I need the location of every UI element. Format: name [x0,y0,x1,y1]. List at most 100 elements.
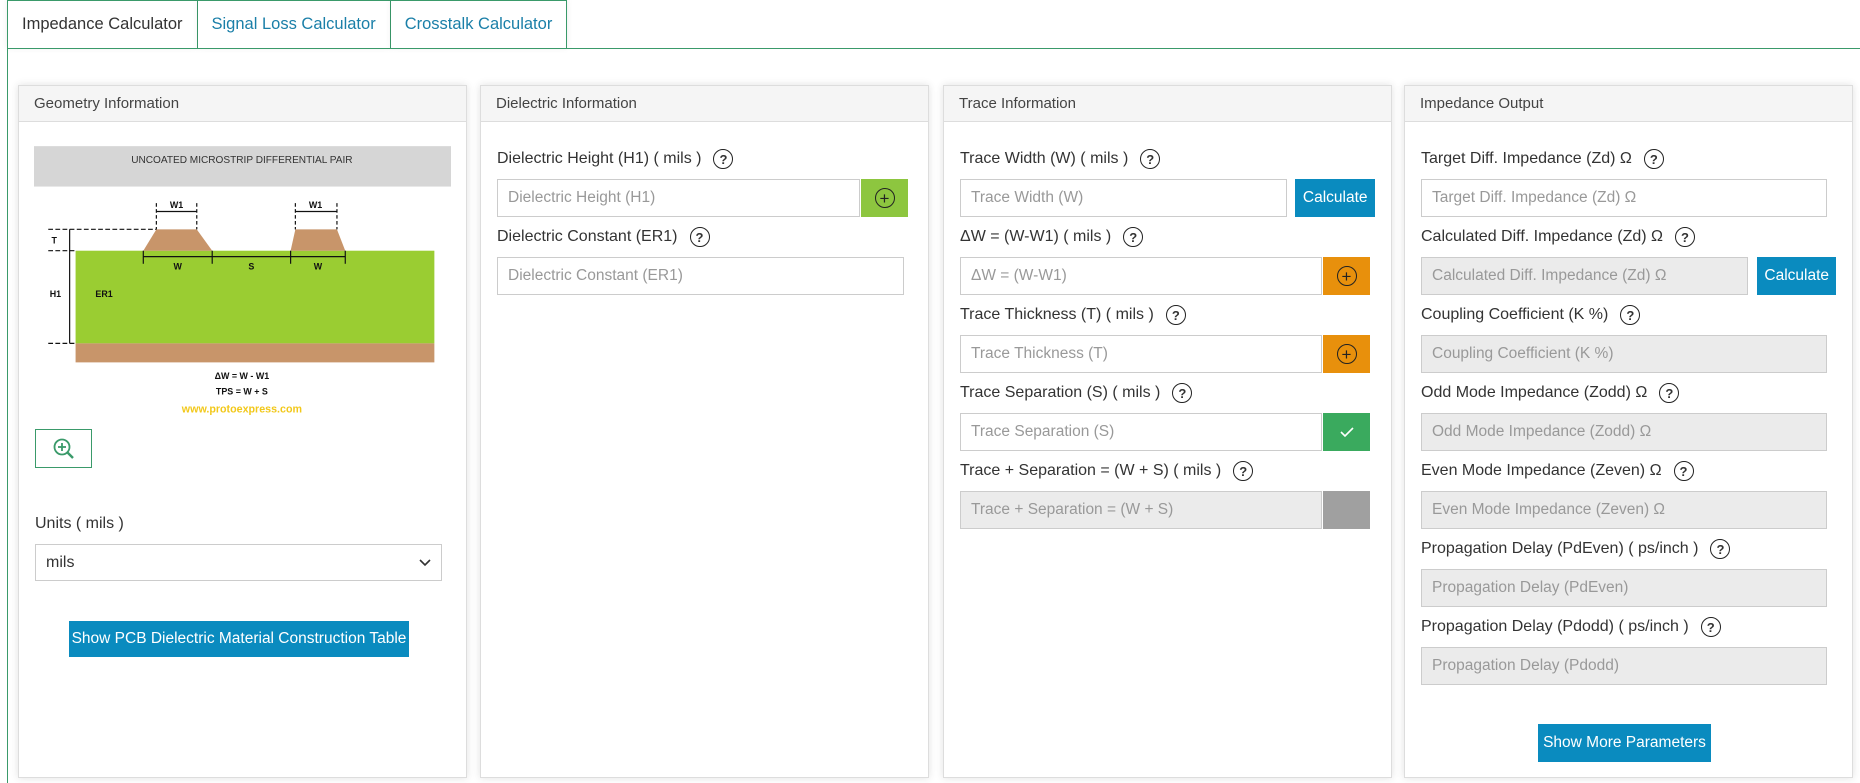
units-select[interactable]: mils [35,544,442,581]
chevron-down-icon [419,558,431,566]
panel-title: Geometry Information [19,86,466,122]
field-label: Odd Mode Impedance (Zodd) Ω [1421,384,1648,401]
trace-right [290,229,346,251]
dielectric-constant-row: Dielectric Constant (ER1)? [497,217,912,295]
even-mode-impedance-row: Even Mode Impedance (Zeven) Ω? [1421,451,1836,529]
diagram-banner [34,146,451,187]
field-label: Dielectric Height (H1) ( mils ) [497,150,702,167]
label-w-right: W [314,262,323,272]
calculated-impedance-row: Calculated Diff. Impedance (Zd) Ω? Calcu… [1421,217,1836,295]
help-icon[interactable]: ? [1643,149,1664,169]
trace-thickness-row: Trace Thickness (T) ( mils )? + [960,295,1375,373]
label-t: T [51,236,57,246]
formula-tps: TPS = W + S [216,386,268,396]
units-label: Units ( mils ) [35,515,124,532]
label-w1-right: W1 [309,200,322,210]
zoom-image-button[interactable] [35,429,92,468]
coupling-coefficient-input [1421,335,1827,373]
propagation-delay-odd-row: Propagation Delay (Pdodd) ( ps/inch )? [1421,607,1836,685]
field-label: Trace + Separation = (W + S) ( mils ) [960,462,1222,479]
field-label: Target Diff. Impedance (Zd) Ω [1421,150,1632,167]
help-icon[interactable]: ? [1659,383,1680,403]
show-more-parameters-button[interactable]: Show More Parameters [1538,724,1711,762]
add-dielectric-height-button[interactable]: + [861,179,908,217]
trace-plus-separation-addon [1323,491,1370,529]
plus-circle-icon: + [874,188,895,208]
add-trace-thickness-button[interactable]: + [1323,335,1370,373]
trace-panel: Trace Information Trace Width (W) ( mils… [943,85,1392,778]
field-label: Propagation Delay (PdEven) ( ps/inch ) [1421,540,1699,557]
calculated-impedance-input [1421,257,1749,295]
calculate-impedance-button[interactable]: Calculate [1757,257,1836,295]
diagram-banner-text: UNCOATED MICROSTRIP DIFFERENTIAL PAIR [131,155,352,166]
trace-plus-separation-row: Trace + Separation = (W + S) ( mils )? [960,451,1375,529]
field-label: Trace Thickness (T) ( mils ) [960,306,1154,323]
microstrip-diagram: UNCOATED MICROSTRIP DIFFERENTIAL PAIR W1… [34,146,451,415]
check-icon [1339,427,1354,438]
label-s: S [248,262,254,272]
field-label: ΔW = (W-W1) ( mils ) [960,228,1112,245]
label-er1: ER1 [95,289,112,299]
trace-separation-check-button[interactable] [1323,413,1370,451]
help-icon[interactable]: ? [1700,617,1721,637]
field-label: Trace Separation (S) ( mils ) [960,384,1161,401]
delta-w-input[interactable] [960,257,1322,295]
help-icon[interactable]: ? [689,227,710,247]
panel-title: Dielectric Information [481,86,928,122]
help-icon[interactable]: ? [1710,539,1731,559]
formula-delta-w: ΔW = W - W1 [215,371,270,381]
tab-impedance-calculator[interactable]: Impedance Calculator [7,0,198,48]
tab-bar: Impedance Calculator Signal Loss Calcula… [7,0,568,48]
zoom-in-icon [53,438,74,459]
help-icon[interactable]: ? [1165,305,1186,325]
field-label: Trace Width (W) ( mils ) [960,150,1129,167]
help-icon[interactable]: ? [1123,227,1144,247]
target-impedance-row: Target Diff. Impedance (Zd) Ω? [1421,139,1836,217]
dielectric-panel: Dielectric Information Dielectric Height… [480,85,929,778]
website-text: www.protoexpress.com [181,403,302,415]
dielectric-height-row: Dielectric Height (H1) ( mils )? + [497,139,912,217]
trace-plus-separation-input [960,491,1322,529]
propagation-delay-odd-input [1421,647,1827,685]
help-icon[interactable]: ? [1620,305,1641,325]
plus-circle-icon: + [1336,266,1357,286]
help-icon[interactable]: ? [1673,461,1694,481]
help-icon[interactable]: ? [1675,227,1695,247]
even-mode-impedance-input [1421,491,1827,529]
label-w-left: W [174,262,183,272]
odd-mode-impedance-input [1421,413,1827,451]
trace-separation-input[interactable] [960,413,1322,451]
dielectric-constant-input[interactable] [497,257,904,295]
show-dielectric-table-button[interactable]: Show PCB Dielectric Material Constructio… [69,621,409,657]
propagation-delay-even-input [1421,569,1827,607]
help-icon[interactable]: ? [1172,383,1193,403]
trace-separation-row: Trace Separation (S) ( mils )? [960,373,1375,451]
help-icon[interactable]: ? [713,149,734,169]
panel-title: Trace Information [944,86,1391,122]
ground-plane [75,343,435,363]
trace-width-row: Trace Width (W) ( mils )? Calculate [960,139,1375,217]
field-label: Propagation Delay (Pdodd) ( ps/inch ) [1421,618,1689,635]
geometry-panel: Geometry Information UNCOATED MICROSTRIP… [18,85,467,778]
impedance-output-panel: Impedance Output Target Diff. Impedance … [1404,85,1853,778]
calculate-trace-width-button[interactable]: Calculate [1295,179,1375,217]
tab-crosstalk-calculator[interactable]: Crosstalk Calculator [390,0,568,48]
odd-mode-impedance-row: Odd Mode Impedance (Zodd) Ω? [1421,373,1836,451]
trace-width-input[interactable] [960,179,1288,217]
target-impedance-input[interactable] [1421,179,1827,217]
add-delta-w-button[interactable]: + [1323,257,1370,295]
content-border [7,48,8,783]
help-icon[interactable]: ? [1233,461,1254,481]
trace-thickness-input[interactable] [960,335,1322,373]
tab-divider [7,48,1860,49]
dielectric-height-input[interactable] [497,179,860,217]
dielectric-layer [75,250,435,344]
label-w1-left: W1 [170,200,183,210]
help-icon[interactable]: ? [1140,149,1161,169]
coupling-coefficient-row: Coupling Coefficient (K %)? [1421,295,1836,373]
field-label: Coupling Coefficient (K %) [1421,306,1609,323]
plus-circle-icon: + [1336,344,1357,364]
units-select-value: mils [46,553,75,571]
trace-left [143,229,213,251]
tab-signal-loss-calculator[interactable]: Signal Loss Calculator [197,0,391,48]
